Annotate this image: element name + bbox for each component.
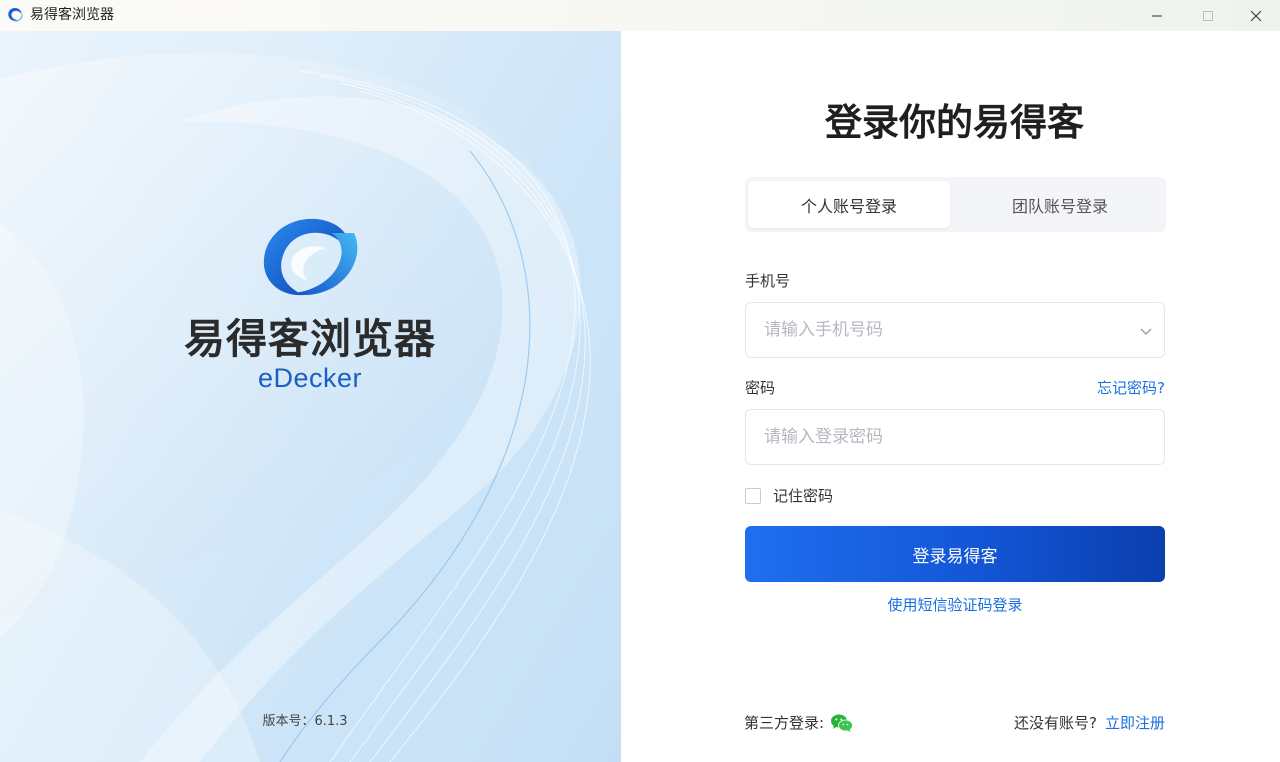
maximize-icon [1203,10,1213,21]
remember-password[interactable]: 记住密码 [745,486,833,506]
no-account-text: 还没有账号? [1014,714,1097,732]
wechat-icon[interactable] [830,713,854,733]
title-bar: 易得客浏览器 [0,0,1280,31]
forgot-password-link[interactable]: 忘记密码? [1087,378,1165,398]
third-party-login: 第三方登录: [744,713,854,733]
chevron-down-icon[interactable] [1138,323,1154,339]
password-field [745,409,1165,465]
maximize-button[interactable] [1184,0,1232,31]
app-icon [8,8,23,22]
login-panel: 登录你的易得客 个人账号登录 团队账号登录 手机号 密码 忘记密码? 记住密码 … [621,31,1280,762]
background-decoration [0,52,591,762]
login-title: 登录你的易得客 [825,101,1084,144]
login-tabs: 个人账号登录 团队账号登录 [745,177,1166,232]
brand-panel: 易得客浏览器 eDecker 版本号：6.1.3 [0,31,621,762]
login-button[interactable]: 登录易得客 [745,526,1165,582]
remember-label: 记住密码 [773,487,834,505]
version-label: 版本号：6.1.3 [262,714,348,729]
login-window: 易得客浏览器 易得客浏览器 eDecker 版本号：6.1.3 登录你的易得客 … [0,0,1280,762]
phone-field [745,302,1165,358]
edecker-logo [263,218,358,296]
phone-input[interactable] [764,303,1124,357]
tab-personal-account[interactable]: 个人账号登录 [748,181,950,228]
close-icon [1250,10,1262,21]
phone-label: 手机号 [745,272,791,290]
register-prompt: 还没有账号? 立即注册 [995,713,1165,733]
password-label: 密码 [745,379,776,397]
register-link[interactable]: 立即注册 [1105,714,1165,732]
password-input[interactable] [764,410,1124,464]
sms-login-link[interactable]: 使用短信验证码登录 [745,595,1165,615]
minimize-button[interactable] [1133,0,1181,31]
brand-name: 易得客浏览器 [184,315,436,363]
tab-team-account[interactable]: 团队账号登录 [957,181,1163,228]
brand-english-name: eDecker [257,363,363,393]
remember-checkbox[interactable] [745,488,761,504]
app-title: 易得客浏览器 [30,7,114,23]
third-party-label: 第三方登录: [744,714,825,732]
minimize-icon [1152,15,1162,16]
close-button[interactable] [1232,0,1280,31]
